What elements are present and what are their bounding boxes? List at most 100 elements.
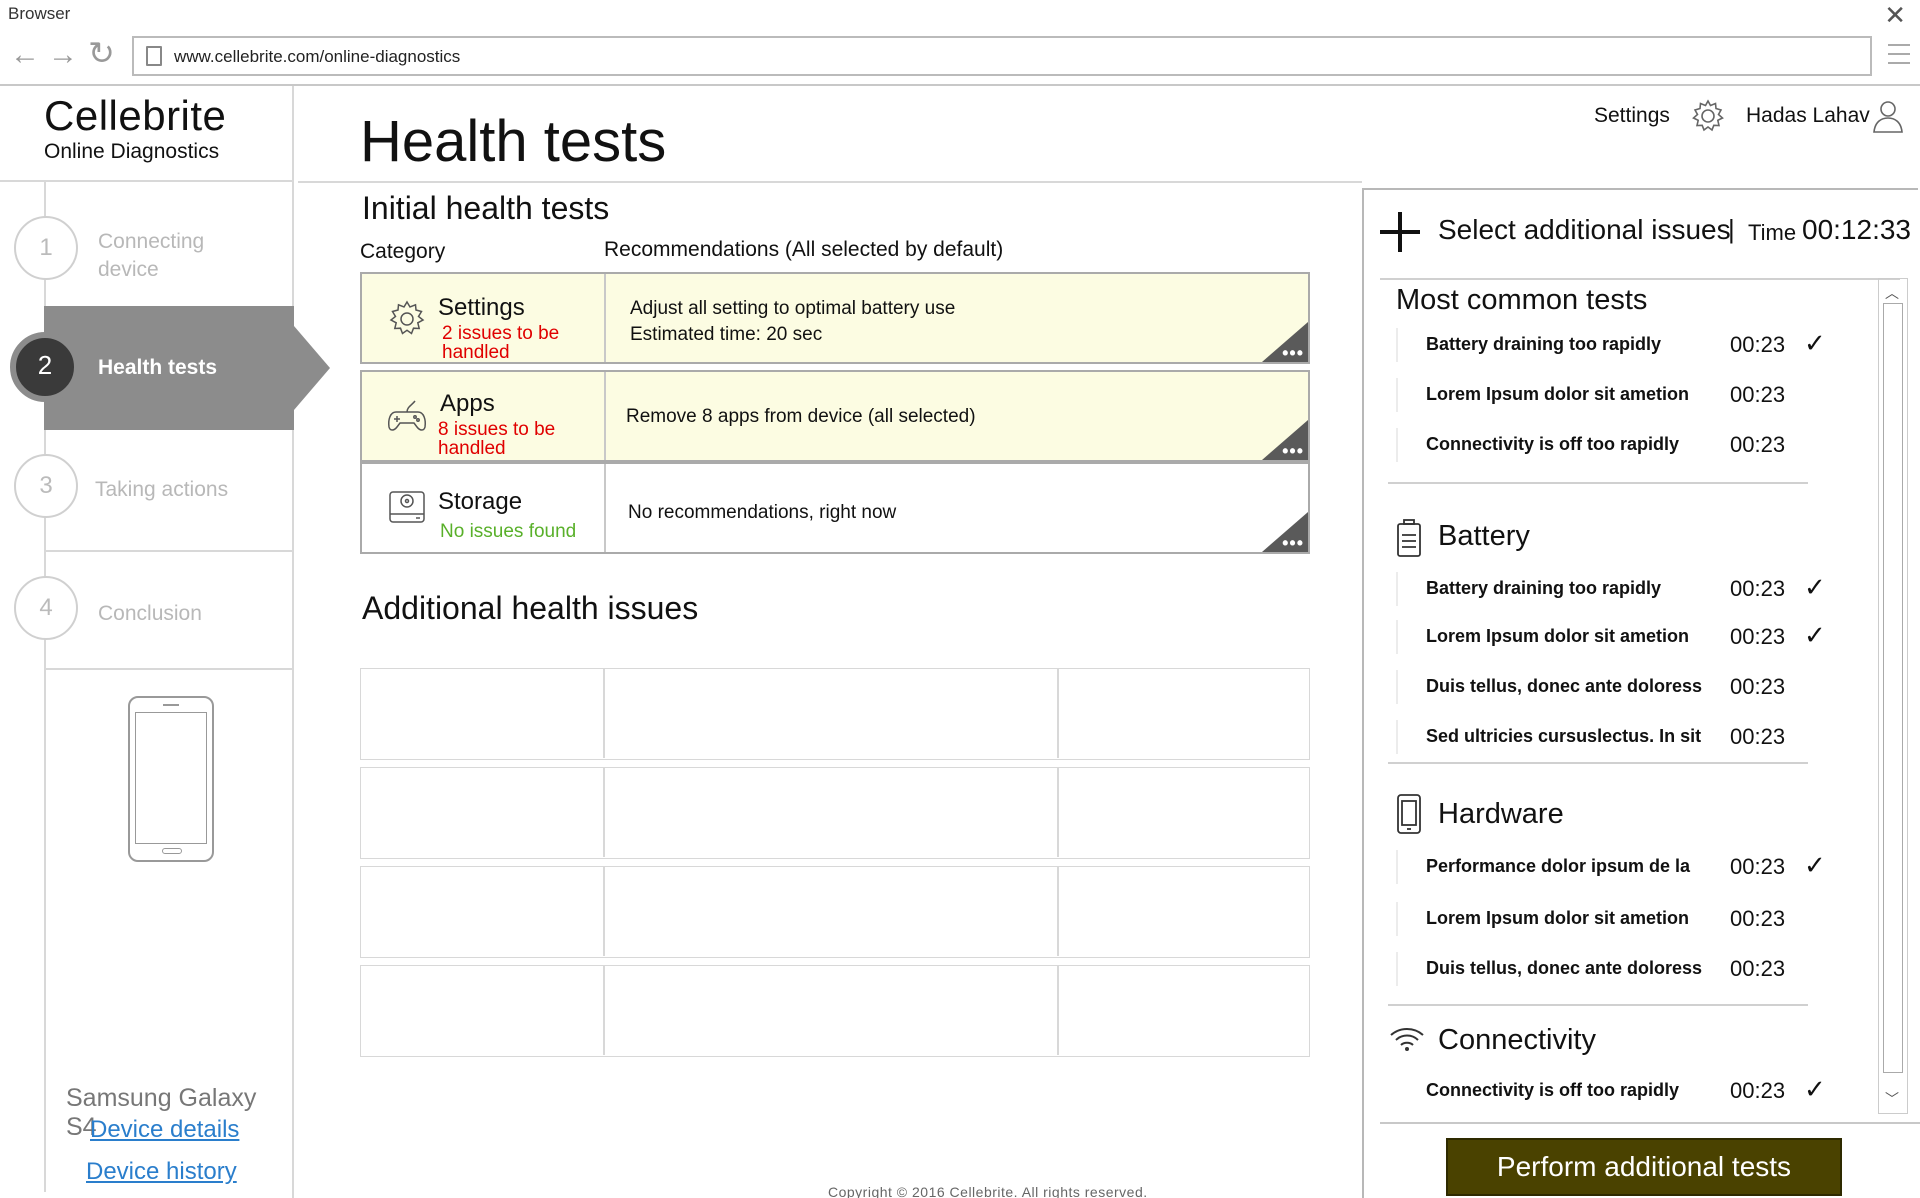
step-number: 4 — [14, 576, 78, 640]
recommendations-column-header: Recommendations (All selected by default… — [604, 238, 1004, 261]
checkmark-icon[interactable]: ✓ — [1804, 620, 1826, 651]
reload-icon[interactable]: ↻ — [88, 37, 115, 69]
checkmark-icon[interactable]: ✓ — [1804, 850, 1826, 881]
step-number: 1 — [14, 216, 78, 280]
panel-heading: Select additional issues — [1438, 214, 1731, 245]
active-step-arrow — [294, 326, 330, 410]
test-item[interactable]: Lorem Ipsum dolor sit ametion 00:23 — [1396, 378, 1836, 414]
battery-icon — [1397, 519, 1421, 557]
browser-title: Browser — [8, 4, 71, 23]
test-name: Connectivity is off too rapidly — [1426, 1080, 1680, 1100]
phone-icon — [128, 696, 214, 862]
issue-status: No issues found — [440, 521, 577, 542]
test-name: Connectivity is off too rapidly — [1426, 434, 1680, 454]
test-name: Battery draining too rapidly — [1426, 578, 1662, 598]
test-item[interactable]: Duis tellus, donec ante doloress 00:23 — [1396, 670, 1836, 706]
brand-subtitle: Online Diagnostics — [44, 140, 220, 163]
user-icon[interactable] — [1872, 98, 1904, 134]
divider — [298, 181, 1362, 183]
step-connecting-device[interactable]: 1 Connecting device — [0, 196, 294, 308]
close-icon[interactable]: ✕ — [1884, 2, 1906, 28]
test-time: 00:23 — [1730, 854, 1786, 879]
test-time: 00:23 — [1730, 1078, 1786, 1103]
storage-drive-icon — [389, 491, 425, 523]
test-item[interactable]: Connectivity is off too rapidly 00:23 — [1396, 428, 1836, 464]
address-bar[interactable]: www.cellebrite.com/online-diagnostics — [132, 36, 1872, 76]
menu-icon[interactable] — [1888, 44, 1910, 71]
gear-icon — [389, 300, 425, 335]
more-icon: ••• — [1282, 533, 1304, 553]
group-title-battery: Battery — [1438, 520, 1530, 552]
plus-icon — [1380, 212, 1420, 252]
recommendation-text: No recommendations, right now — [628, 502, 897, 523]
recommendation-text: Remove 8 apps from device (all selected) — [626, 406, 976, 427]
step-label: Taking actions — [95, 478, 229, 501]
device-details-link[interactable]: Device details — [90, 1116, 239, 1144]
heading-separator: | — [1728, 214, 1735, 244]
category-row-settings[interactable]: Settings 2 issues to be handled Adjust a… — [360, 272, 1310, 364]
test-name: Battery draining too rapidly — [1426, 334, 1662, 354]
test-item[interactable]: Lorem Ipsum dolor sit ametion 00:23 ✓ — [1396, 620, 1836, 656]
test-item[interactable]: Lorem Ipsum dolor sit ametion 00:23 — [1396, 902, 1836, 938]
divider — [1388, 482, 1808, 484]
table-row — [360, 866, 1310, 958]
checkmark-icon[interactable]: ✓ — [1804, 328, 1826, 359]
test-name: Performance dolor ipsum de la — [1426, 856, 1691, 876]
column-divider — [604, 274, 606, 362]
gear-icon[interactable] — [1690, 98, 1726, 134]
step-label: Health tests — [98, 356, 218, 379]
checkmark-icon[interactable]: ✓ — [1804, 572, 1826, 603]
test-item[interactable]: Duis tellus, donec ante doloress 00:23 — [1396, 952, 1836, 988]
divider — [44, 668, 294, 670]
additional-issues-title: Additional health issues — [362, 590, 699, 626]
settings-link[interactable]: Settings — [1594, 104, 1670, 128]
checkmark-icon[interactable]: ✓ — [1804, 1074, 1826, 1105]
step-conclusion[interactable]: 4 Conclusion — [0, 552, 294, 672]
test-name: Duis tellus, donec ante doloress — [1426, 676, 1703, 696]
test-time: 00:23 — [1730, 674, 1786, 699]
issue-count: 8 issues to be handled — [438, 419, 556, 459]
url-text: www.cellebrite.com/online-diagnostics — [174, 47, 461, 66]
perform-additional-tests-button[interactable]: Perform additional tests — [1446, 1138, 1842, 1196]
table-row — [360, 767, 1310, 859]
time-value: 00:12:33 — [1802, 214, 1911, 245]
category-row-apps[interactable]: Apps 8 issues to be handled Remove 8 app… — [360, 370, 1310, 462]
test-time: 00:23 — [1730, 906, 1786, 931]
step-taking-actions[interactable]: 3 Taking actions — [0, 430, 294, 550]
test-item[interactable]: Connectivity is off too rapidly 00:23 ✓ — [1396, 1074, 1836, 1110]
test-name: Sed ultricies cursuslectus. In sit — [1426, 726, 1702, 746]
test-time: 00:23 — [1730, 382, 1786, 407]
step-health-tests[interactable]: 2 Health tests — [0, 306, 330, 430]
step-number: 3 — [14, 454, 78, 518]
test-item[interactable]: Sed ultricies cursuslectus. In sit 00:23 — [1396, 720, 1836, 756]
brand-name: Cellebrite — [44, 92, 227, 139]
user-name[interactable]: Hadas Lahav — [1746, 104, 1870, 128]
category-name: Storage — [438, 488, 523, 515]
test-time: 00:23 — [1730, 724, 1786, 749]
group-title-most-common: Most common tests — [1396, 284, 1648, 316]
test-item[interactable]: Battery draining too rapidly 00:23 ✓ — [1396, 572, 1836, 608]
more-icon: ••• — [1282, 343, 1304, 363]
divider — [1388, 762, 1808, 764]
time-label: Time — [1748, 220, 1797, 245]
back-icon[interactable]: ← — [10, 40, 40, 70]
phone-icon — [1397, 794, 1421, 834]
category-row-storage[interactable]: Storage No issues found No recommendatio… — [360, 462, 1310, 554]
test-item[interactable]: Performance dolor ipsum de la 00:23 ✓ — [1396, 850, 1836, 886]
divider — [1380, 1122, 1920, 1124]
forward-icon[interactable]: → — [48, 40, 78, 70]
device-history-link[interactable]: Device history — [86, 1158, 237, 1186]
category-name: Apps — [440, 390, 495, 417]
copyright: Copyright © 2016 Cellebrite. All rights … — [828, 1184, 1148, 1198]
group-title-hardware: Hardware — [1438, 798, 1564, 830]
scroll-down-icon[interactable]: ﹀ — [1885, 1089, 1899, 1109]
group-title-connectivity: Connectivity — [1438, 1024, 1596, 1056]
test-item[interactable]: Battery draining too rapidly 00:23 ✓ — [1396, 328, 1836, 364]
scrollbar-thumb[interactable] — [1883, 303, 1903, 1073]
test-time: 00:23 — [1730, 332, 1786, 357]
panel-scrollbar[interactable]: ︿ ﹀ — [1878, 278, 1908, 1114]
gamepad-icon — [388, 400, 426, 431]
scroll-up-icon[interactable]: ︿ — [1885, 283, 1899, 303]
page-title: Health tests — [360, 109, 667, 174]
column-divider — [604, 464, 606, 552]
